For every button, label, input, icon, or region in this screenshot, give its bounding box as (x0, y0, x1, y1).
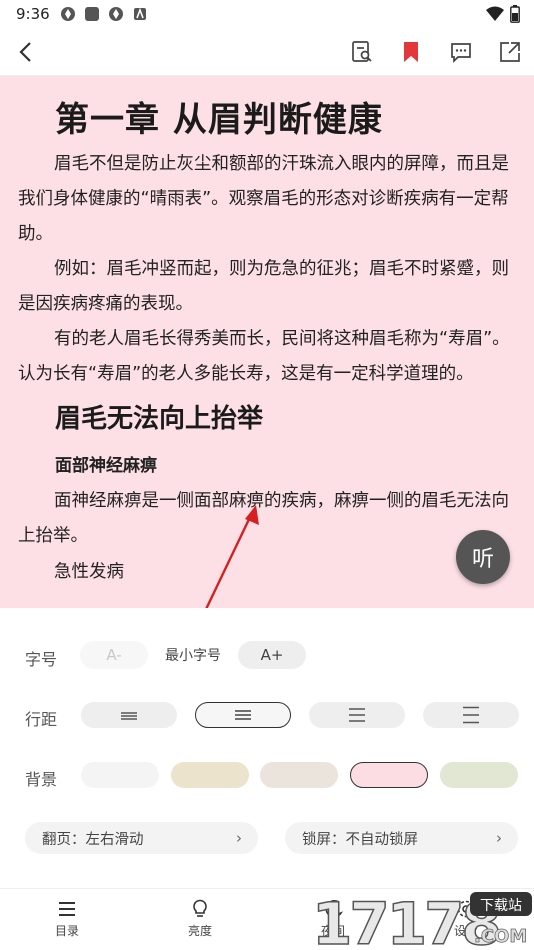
line-spacing-option-normal[interactable] (195, 702, 291, 728)
a-notification-icon (134, 7, 146, 20)
font-size-value: 最小字号 (165, 648, 221, 664)
font-decrease-button[interactable]: A- (80, 641, 148, 669)
search-in-page-button[interactable] (348, 38, 376, 66)
page-turn-option[interactable]: 翻页：左右滑动 › (25, 822, 258, 854)
background-swatch-green[interactable] (440, 762, 518, 788)
status-bar: 9:36 (0, 0, 534, 28)
notification-icons (60, 6, 148, 22)
back-button[interactable] (12, 38, 40, 66)
comment-icon (451, 43, 471, 64)
nav-brightness[interactable]: 亮度 (160, 899, 240, 939)
status-right (486, 5, 520, 23)
screen-lock-option[interactable]: 锁屏：不自动锁屏 › (285, 822, 518, 854)
bulb-icon (193, 899, 207, 917)
page-turn-label: 翻页：左右滑动 (42, 831, 144, 848)
status-time: 9:36 (16, 5, 50, 23)
search-in-page-icon (352, 41, 372, 62)
share-button[interactable] (496, 38, 524, 66)
background-swatch-pink[interactable] (350, 762, 428, 788)
nav-label: 亮度 (187, 924, 212, 938)
line-spacing-normal-icon (235, 710, 251, 720)
comment-button[interactable] (447, 38, 475, 66)
reading-area[interactable]: 第一章 从眉判断健康 眉毛不但是防止灰尘和额部的汗珠流入眼内的屏障，而且是我们身… (0, 76, 534, 608)
svg-text:下载站: 下载站 (480, 898, 522, 914)
back-arrow-icon (19, 42, 31, 62)
paragraph: 例如：眉毛冲竖而起，则为危急的征兆；眉毛不时紧蹙，则是因疾病疼痛的表现。 (18, 259, 509, 314)
line-spacing-option-compact[interactable] (81, 702, 177, 728)
paragraph: 眉毛不但是防止灰尘和额部的汗珠流入眼内的屏障，而且是我们身体健康的“晴雨表”。观… (18, 154, 509, 244)
background-swatch-beige[interactable] (171, 762, 249, 788)
annotation-arrow (205, 505, 259, 608)
menu-icon (59, 902, 75, 916)
site-watermark: 17178 下载站 .COM (310, 884, 534, 950)
wifi-icon (486, 6, 504, 21)
reading-settings-panel: 字号 A- 最小字号 A+ 行距 背景 翻页：左右滑动 › 锁屏：不自动锁屏 › (0, 608, 534, 888)
svg-text:.COM: .COM (474, 926, 527, 947)
reader-toolbar (0, 28, 534, 76)
chevron-right-icon: › (236, 829, 242, 847)
line-spacing-wide-icon (349, 708, 365, 722)
bookmark-button[interactable] (397, 38, 425, 66)
section-title: 眉毛无法向上抬举 (55, 404, 264, 434)
background-swatch-linen[interactable] (260, 762, 338, 788)
nav-catalog[interactable]: 目录 (27, 899, 107, 939)
font-size-label: 字号 (25, 650, 58, 669)
battery-icon (510, 5, 520, 23)
background-label: 背景 (25, 770, 58, 789)
listen-button[interactable]: 听 (456, 530, 510, 584)
line-spacing-option-wide[interactable] (309, 702, 405, 728)
square-notification-icon (85, 7, 99, 21)
paragraph: 有的老人眉毛长得秀美而长，民间将这种眉毛称为“寿眉”。认为长有“寿眉”的老人多能… (18, 329, 510, 384)
background-swatch-white[interactable] (81, 762, 159, 788)
share-icon (500, 42, 520, 62)
chevron-right-icon: › (496, 829, 502, 847)
screen-lock-label: 锁屏：不自动锁屏 (302, 831, 418, 848)
sub-title: 面部神经麻痹 (55, 456, 157, 476)
line-spacing-label: 行距 (25, 710, 58, 729)
chapter-title: 第一章 从眉判断健康 (55, 100, 383, 140)
line-spacing-compact-icon (121, 712, 137, 720)
nav-label: 目录 (54, 924, 79, 938)
line-spacing-option-wider[interactable] (423, 702, 519, 728)
app-notification-icon-2 (109, 7, 123, 21)
bookmark-icon (404, 42, 418, 62)
line-spacing-wider-icon (463, 706, 479, 724)
watermark-logo: 17178 下载站 .COM (311, 889, 532, 950)
font-increase-button[interactable]: A+ (238, 641, 306, 669)
app-notification-icon (61, 7, 75, 21)
